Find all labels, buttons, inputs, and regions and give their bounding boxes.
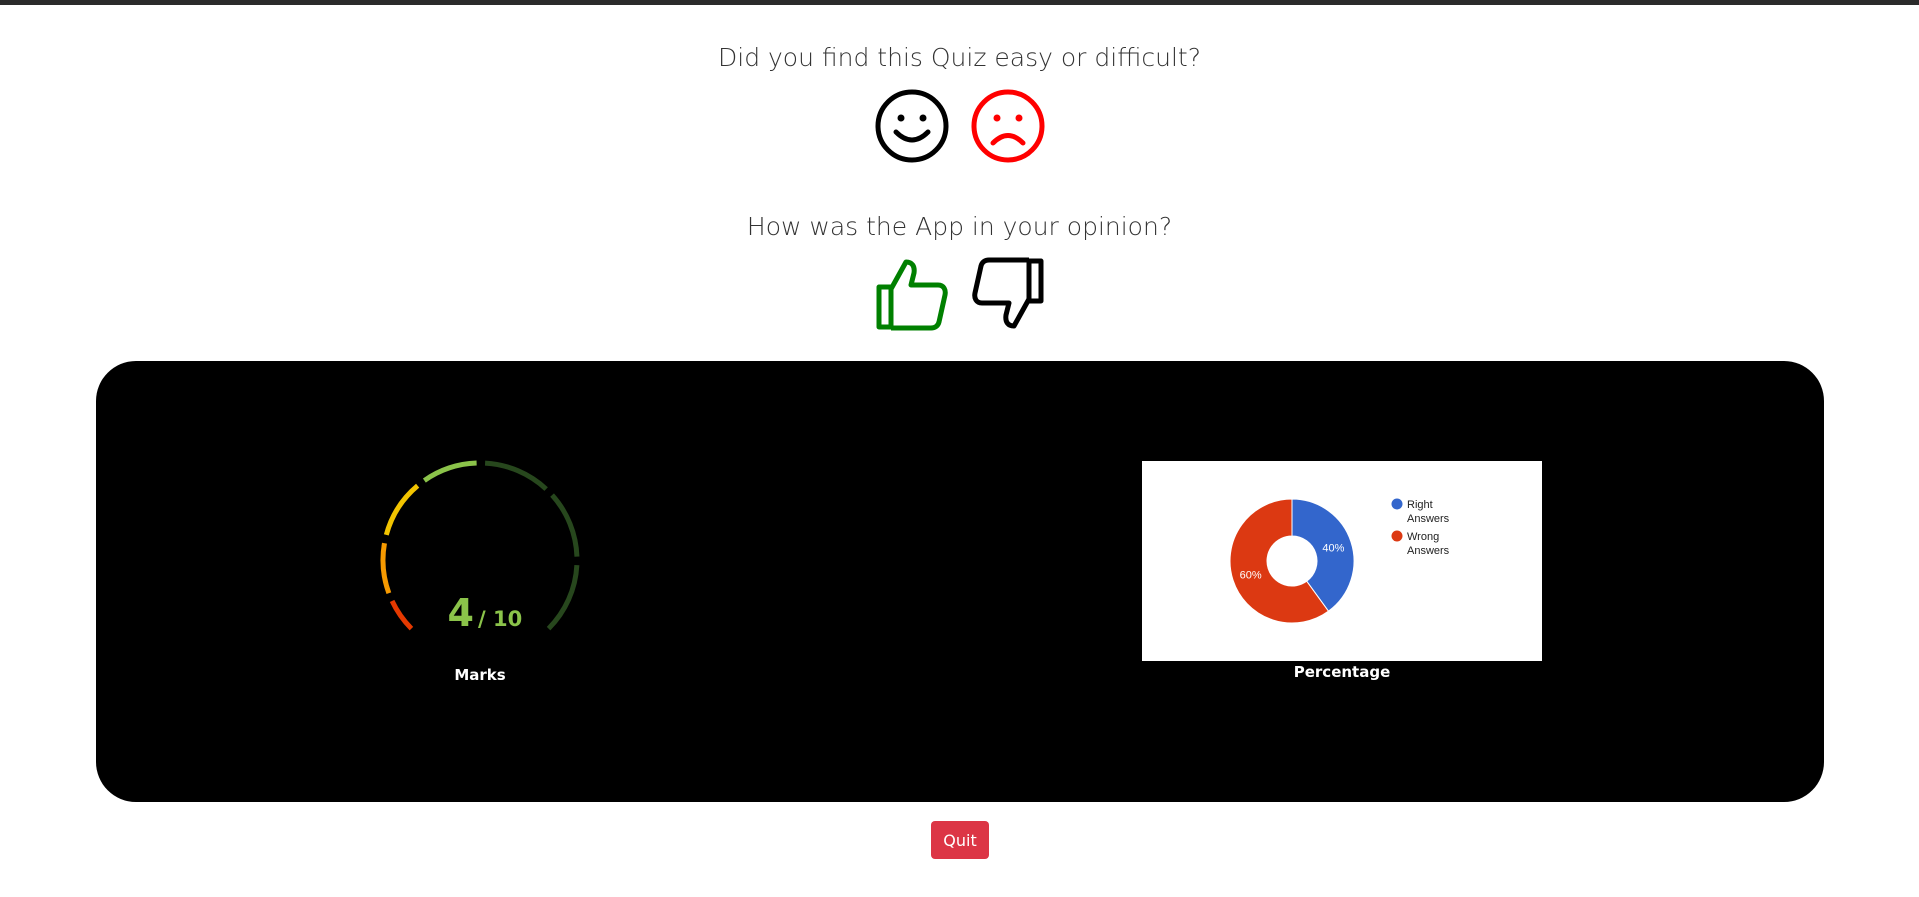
legend-marker (1391, 498, 1403, 510)
pie-data-label: 60% (1240, 569, 1262, 581)
gauge-segment (484, 460, 548, 491)
marks-score: 4 (448, 591, 474, 635)
marks-caption: Marks (454, 666, 506, 684)
pie-data-label: 40% (1322, 543, 1344, 555)
gauge-segment (546, 564, 580, 631)
difficulty-question: Did you find this Quiz easy or difficult… (718, 43, 1201, 72)
gauge-segment (550, 493, 580, 557)
legend-marker (1391, 530, 1403, 542)
gauge-segment (380, 542, 392, 595)
gauge-segment (383, 483, 420, 536)
marks-gauge: 4 / 10 (370, 450, 590, 650)
opinion-question: How was the App in your opinion? (746, 212, 1173, 241)
gauge-segment (422, 460, 477, 483)
results-panel (96, 361, 1824, 802)
marks-out-of: / 10 (478, 607, 522, 631)
thumbs-down-icon (970, 256, 1046, 332)
percentage-chart: 40% 60% Right Answers Wrong Answers (1142, 461, 1542, 661)
like-button[interactable] (874, 256, 950, 332)
difficult-button[interactable] (970, 88, 1046, 164)
thumbs-up-icon (874, 256, 950, 332)
dislike-button[interactable] (970, 256, 1046, 332)
legend-label: Wrong Answers (1407, 531, 1450, 557)
gauge-segment (389, 599, 414, 631)
quit-button[interactable]: Quit (931, 821, 989, 859)
percentage-caption: Percentage (1293, 663, 1391, 681)
window-top-bar (0, 0, 1919, 5)
easy-button[interactable] (874, 88, 950, 164)
smile-icon (874, 88, 950, 164)
legend-label: Right Answers (1407, 499, 1450, 525)
frown-icon (970, 88, 1046, 164)
